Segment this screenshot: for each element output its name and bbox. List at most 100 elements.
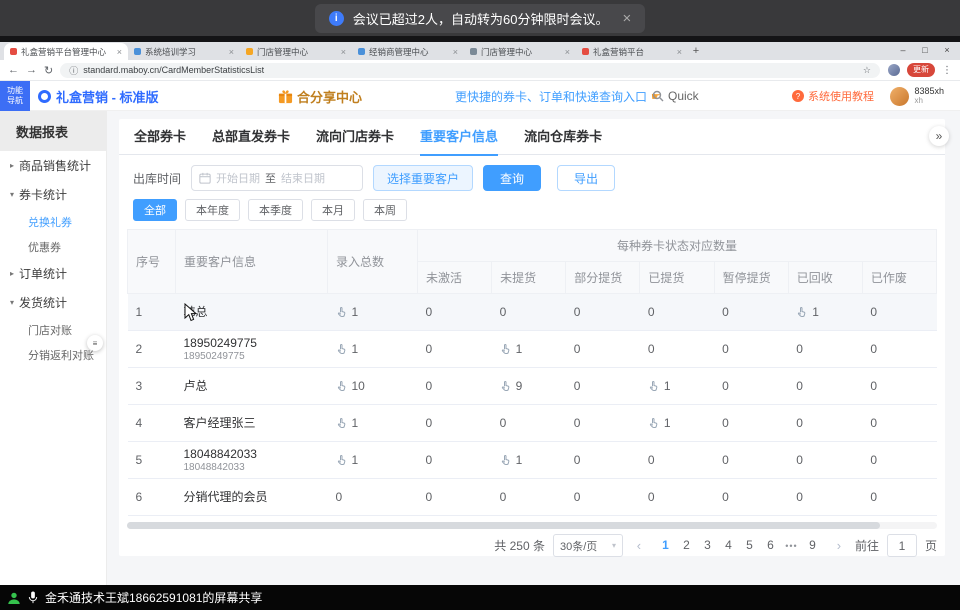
user-account[interactable]: 8385xh xh <box>890 81 944 111</box>
tap-count-icon[interactable] <box>796 306 808 318</box>
table-row[interactable]: 2189502497751895024977510100000 <box>128 331 937 368</box>
collapse-panel-button[interactable]: » <box>929 126 949 146</box>
sidebar-item[interactable]: ▸订单统计 <box>0 259 106 288</box>
quick-filter-chip[interactable]: 本季度 <box>248 199 303 221</box>
page-number-button[interactable]: 2 <box>676 534 697 557</box>
page-number-button[interactable]: 5 <box>739 534 760 557</box>
site-info-icon[interactable]: ⓘ <box>69 64 78 77</box>
tap-count-icon[interactable] <box>500 380 512 392</box>
goto-page-input[interactable] <box>887 534 917 557</box>
page-size-select[interactable]: 30条/页 ▾ <box>553 534 623 557</box>
sidebar-toggle-button[interactable]: ≡ <box>87 335 103 351</box>
tap-count-icon[interactable] <box>336 417 348 429</box>
count-cell: 1 <box>640 405 714 442</box>
count-cell: 0 <box>788 368 862 405</box>
tap-count-icon[interactable] <box>500 343 512 355</box>
count-cell: 0 <box>418 442 492 479</box>
table-row[interactable]: 3卢总100901000 <box>128 368 937 405</box>
tab-close-icon[interactable]: × <box>677 47 682 57</box>
tap-count-icon[interactable] <box>648 380 660 392</box>
page-number-button[interactable]: 4 <box>718 534 739 557</box>
app-logo[interactable]: 礼盒营销 - 标准版 <box>38 81 159 111</box>
tap-count-icon[interactable] <box>336 454 348 466</box>
sidebar-subitem[interactable]: 兑换礼券 <box>0 209 106 234</box>
tap-count-icon[interactable] <box>336 343 348 355</box>
horizontal-scrollbar[interactable] <box>127 522 937 529</box>
scrollbar-thumb[interactable] <box>127 522 880 529</box>
browser-tab[interactable]: 经销商管理中心 × <box>352 43 464 60</box>
minimize-icon[interactable]: – <box>892 43 914 58</box>
tab-label: 经销商管理中心 <box>369 46 449 58</box>
tap-count-icon[interactable] <box>500 454 512 466</box>
search-button[interactable]: 查询 <box>483 165 541 191</box>
back-icon[interactable]: ← <box>8 64 19 76</box>
page-number-button[interactable]: 1 <box>655 534 676 557</box>
tutorial-link[interactable]: ? 系统使用教程 <box>792 81 874 111</box>
close-icon[interactable]: × <box>622 11 631 26</box>
card-tab[interactable]: 重要客户信息 <box>420 119 498 155</box>
tab-close-icon[interactable]: × <box>453 47 458 57</box>
chevron-down-icon: ▾ <box>612 541 616 550</box>
refresh-icon[interactable]: ↻ <box>44 64 53 77</box>
next-page-button[interactable]: › <box>831 538 847 553</box>
quick-entry-link[interactable]: 更快捷的券卡、订单和快递查询入口 ☛ <box>455 81 661 111</box>
index-cell: 2 <box>128 331 176 368</box>
tap-count-icon[interactable] <box>336 380 348 392</box>
browser-update-button[interactable]: 更新 <box>907 63 935 76</box>
card-tab[interactable]: 流向仓库券卡 <box>524 119 602 155</box>
page-number-button[interactable]: 3 <box>697 534 718 557</box>
count-cell: 0 <box>862 442 936 479</box>
table-row[interactable]: 6分销代理的会员00000000 <box>128 479 937 516</box>
browser-tab[interactable]: 系统培训学习× <box>128 43 240 60</box>
function-nav-button[interactable]: 功能 导航 <box>0 81 30 111</box>
gift-icon <box>278 89 293 104</box>
browser-tabs: 礼盒营销平台管理中心×系统培训学习×门店管理中心×经销商管理中心×门店管理中心×… <box>4 42 688 60</box>
card-tab[interactable]: 总部直发券卡 <box>212 119 290 155</box>
sidebar-item[interactable]: ▸商品销售统计 <box>0 151 106 180</box>
browser-menu-icon[interactable]: ⋮ <box>942 65 952 76</box>
column-header-index: 序号 <box>128 230 176 294</box>
new-tab-button[interactable]: + <box>688 43 704 60</box>
sidebar-subitem[interactable]: 优惠券 <box>0 234 106 259</box>
browser-profile-avatar[interactable] <box>888 64 900 76</box>
card-tab[interactable]: 全部券卡 <box>134 119 186 155</box>
share-center-link[interactable]: 合分享中心 <box>278 81 362 111</box>
tap-count-icon[interactable] <box>648 417 660 429</box>
quick-filter-chip[interactable]: 全部 <box>133 199 177 221</box>
tab-favicon-icon <box>246 48 253 55</box>
bookmark-star-icon[interactable]: ☆ <box>863 65 871 76</box>
forward-icon[interactable]: → <box>26 64 37 76</box>
prev-page-button[interactable]: ‹ <box>631 538 647 553</box>
sidebar-item[interactable]: ▾发货统计 <box>0 288 106 317</box>
export-button[interactable]: 导出 <box>557 165 615 191</box>
quick-filter-chip[interactable]: 本周 <box>363 199 407 221</box>
close-window-icon[interactable]: × <box>936 43 958 58</box>
count-cell: 0 <box>714 479 788 516</box>
browser-tab[interactable]: 门店管理中心× <box>240 43 352 60</box>
quick-filter-chip[interactable]: 本年度 <box>185 199 240 221</box>
select-customer-button[interactable]: 选择重要客户 <box>373 165 473 191</box>
tab-favicon-icon <box>10 48 17 55</box>
table-row[interactable]: 5180488420331804884203310100000 <box>128 442 937 479</box>
tab-close-icon[interactable]: × <box>229 47 234 57</box>
page-number-button[interactable]: 6 <box>760 534 781 557</box>
customer-phone: 18048842033 <box>184 462 320 474</box>
browser-tab[interactable]: 门店管理中心× <box>464 43 576 60</box>
tap-count-icon[interactable] <box>336 306 348 318</box>
page-number-button[interactable]: 9 <box>802 534 823 557</box>
browser-tab[interactable]: 礼盒营销平台× <box>576 43 688 60</box>
table-row[interactable]: 1韩总10000010 <box>128 294 937 331</box>
url-box[interactable]: ⓘ standard.maboy.cn/CardMemberStatistics… <box>60 63 880 78</box>
tab-close-icon[interactable]: × <box>565 47 570 57</box>
tab-close-icon[interactable]: × <box>117 47 122 57</box>
sidebar-item[interactable]: ▾券卡统计 <box>0 180 106 209</box>
card-tab[interactable]: 流向门店券卡 <box>316 119 394 155</box>
browser-tab[interactable]: 礼盒营销平台管理中心× <box>4 43 128 60</box>
quick-filter-chip[interactable]: 本月 <box>311 199 355 221</box>
maximize-icon[interactable]: □ <box>914 43 936 58</box>
date-range-picker[interactable]: 开始日期 至 结束日期 <box>191 165 363 191</box>
table-row[interactable]: 7唐总2001801000 <box>128 516 937 520</box>
table-row[interactable]: 4客户经理张三10001000 <box>128 405 937 442</box>
quick-search[interactable]: Quick <box>652 81 699 111</box>
tab-close-icon[interactable]: × <box>341 47 346 57</box>
